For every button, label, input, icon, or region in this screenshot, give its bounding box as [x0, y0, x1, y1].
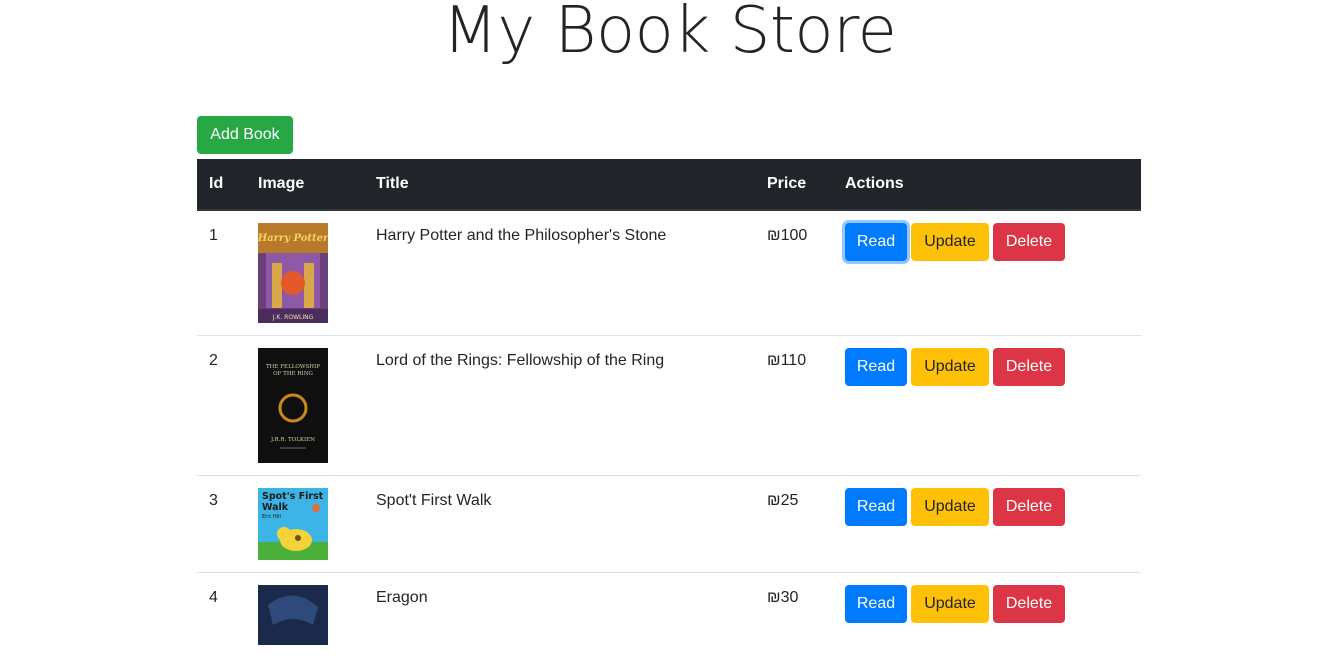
svg-text:THE FELLOWSHIP: THE FELLOWSHIP	[266, 364, 320, 370]
svg-text:Walk: Walk	[262, 502, 289, 513]
row-actions: Read Update Delete	[845, 488, 1141, 526]
cover-title-text: Harry Potter	[258, 233, 328, 244]
delete-button[interactable]: Delete	[993, 223, 1065, 261]
svg-text:Spot's First: Spot's First	[262, 491, 324, 502]
row-actions: Read Update Delete	[845, 585, 1141, 623]
cover-author-text: J.R.R. TOLKIEN	[270, 437, 315, 443]
read-button[interactable]: Read	[845, 223, 907, 261]
update-button[interactable]: Update	[911, 223, 989, 261]
column-header-actions: Actions	[833, 159, 1141, 211]
table-row: 4 Eragon ₪30 Read Update Delete	[197, 572, 1141, 663]
book-price: ₪30	[755, 572, 833, 663]
book-title: Eragon	[364, 572, 755, 663]
row-actions: Read Update Delete	[845, 223, 1141, 261]
book-cover-image	[258, 585, 328, 645]
page-title: My Book Store	[442, 0, 897, 68]
read-button[interactable]: Read	[845, 585, 907, 623]
book-id: 3	[197, 475, 246, 573]
book-cover-image: THE FELLOWSHIP OF THE RING J.R.R. TOLKIE…	[258, 348, 328, 463]
cover-author-text: J.K. ROWLING	[272, 314, 314, 321]
table-row: 1 Harry Potter J.K. ROWLING Harry Potter…	[197, 210, 1141, 336]
table-row: 3 Spot's First Walk Eric Hill Spot't Fir…	[197, 475, 1141, 573]
svg-text:OF THE RING: OF THE RING	[273, 371, 313, 377]
book-title: Lord of the Rings: Fellowship of the Rin…	[364, 335, 755, 476]
read-button[interactable]: Read	[845, 488, 907, 526]
book-price: ₪25	[755, 475, 833, 573]
book-cover-image: Harry Potter J.K. ROWLING	[258, 223, 328, 323]
book-price: ₪100	[767, 227, 808, 244]
book-id: 2	[197, 335, 246, 476]
book-title: Harry Potter and the Philosopher's Stone	[376, 227, 667, 244]
book-id: 4	[197, 572, 246, 663]
row-actions: Read Update Delete	[845, 348, 1141, 386]
column-header-title: Title	[364, 159, 755, 211]
update-button[interactable]: Update	[911, 348, 989, 386]
update-button[interactable]: Update	[911, 585, 989, 623]
book-cover-image: Spot's First Walk Eric Hill	[258, 488, 328, 560]
book-id: 1	[209, 227, 218, 244]
book-price: ₪110	[755, 335, 833, 476]
table-row: 2 THE FELLOWSHIP OF THE RING J.R.R. TOLK…	[197, 335, 1141, 476]
add-book-button[interactable]: Add Book	[197, 116, 293, 154]
read-button[interactable]: Read	[845, 348, 907, 386]
delete-button[interactable]: Delete	[993, 348, 1065, 386]
table-header-row: Id Image Title Price Actions	[197, 159, 1141, 211]
column-header-image: Image	[246, 159, 364, 211]
books-table: Id Image Title Price Actions 1 Harry Pot…	[197, 159, 1141, 663]
delete-button[interactable]: Delete	[993, 488, 1065, 526]
cover-author-text: Eric Hill	[262, 514, 281, 520]
column-header-id: Id	[197, 159, 246, 211]
column-header-price: Price	[755, 159, 833, 211]
update-button[interactable]: Update	[911, 488, 989, 526]
delete-button[interactable]: Delete	[993, 585, 1065, 623]
book-title: Spot't First Walk	[364, 475, 755, 573]
